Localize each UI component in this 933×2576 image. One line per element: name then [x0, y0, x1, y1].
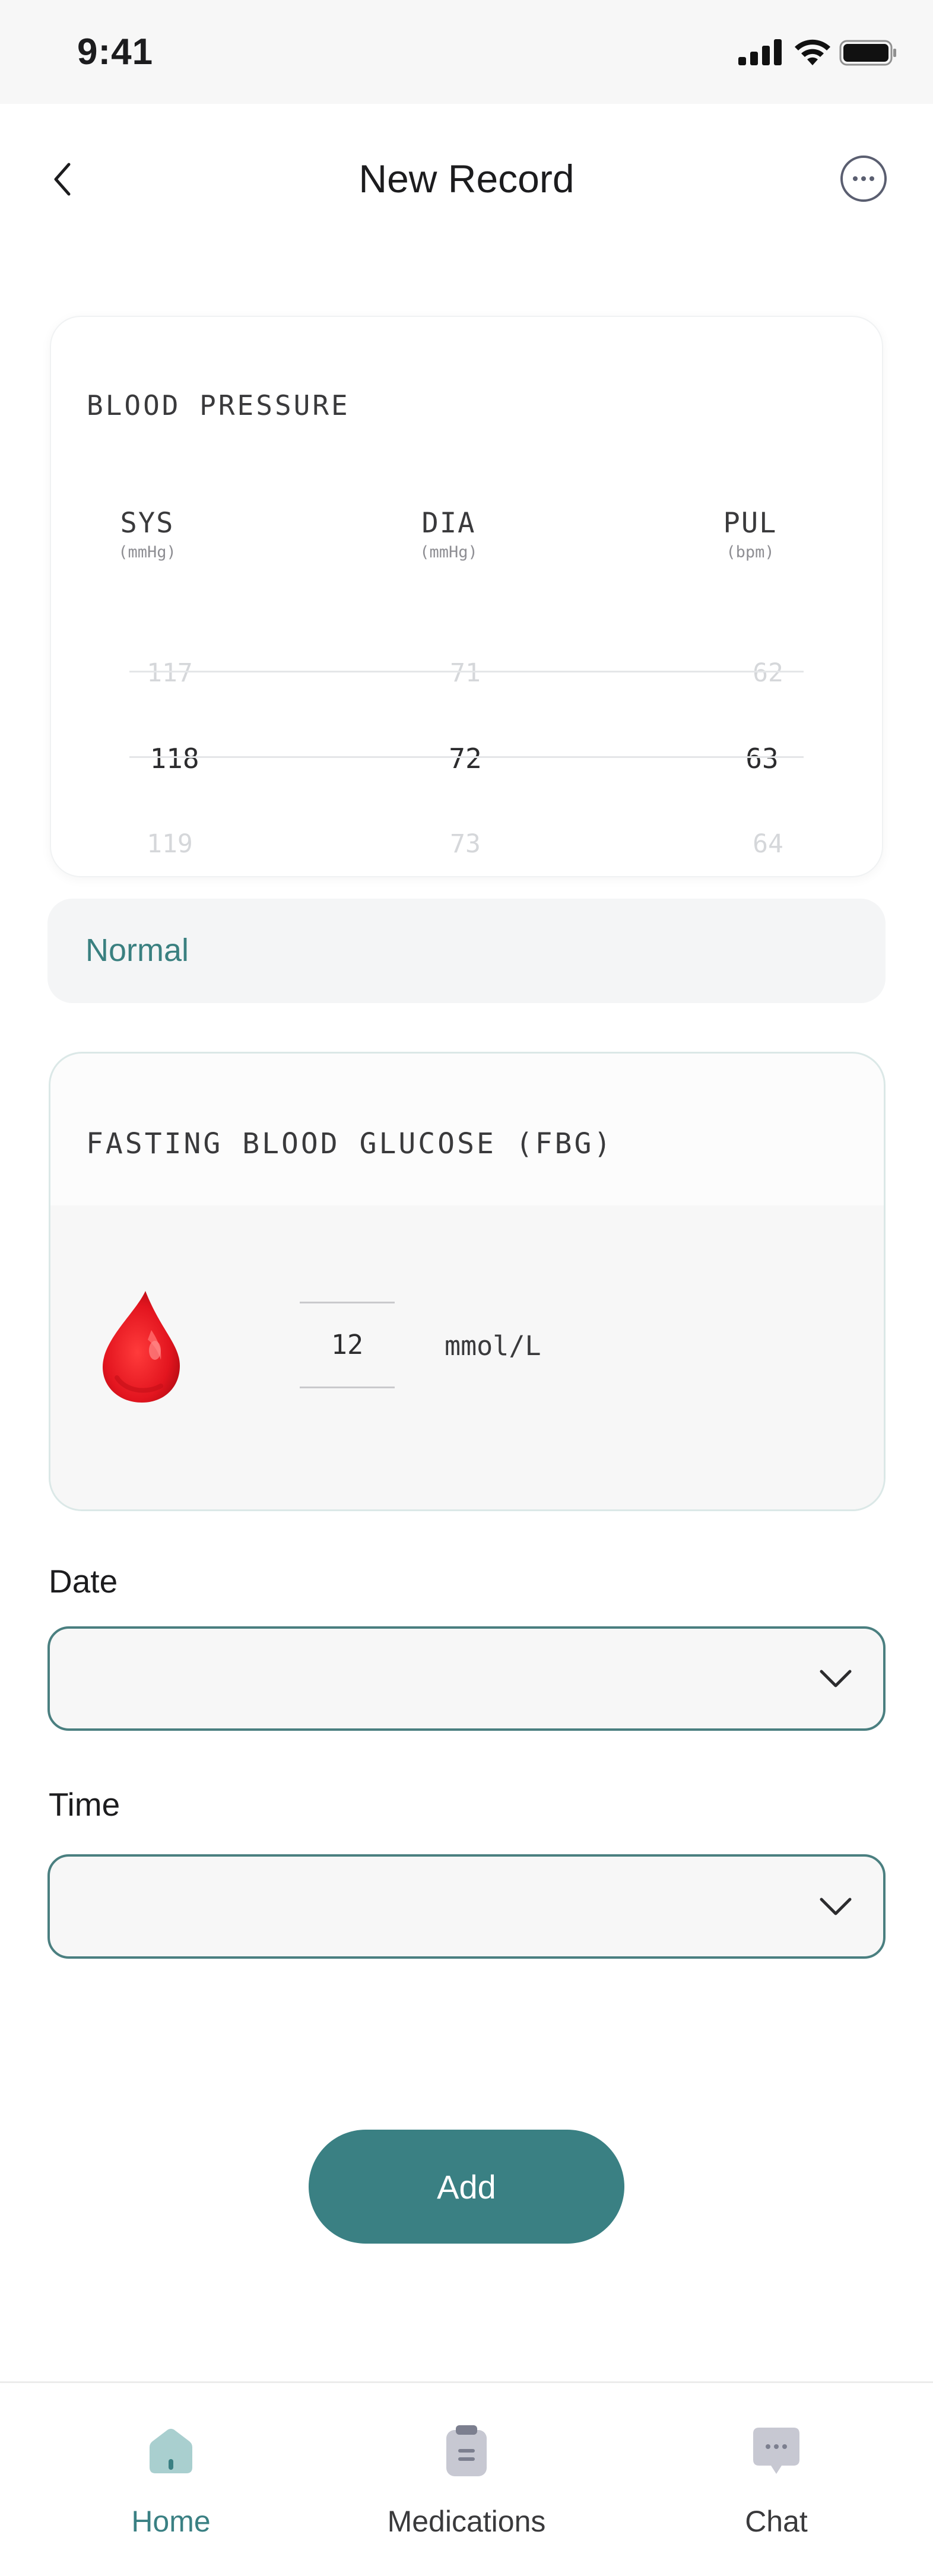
glucose-card: FASTING BLOOD GLUCOSE (FBG) 12 mmol/L: [49, 1052, 886, 1511]
dia-label: DIA: [421, 507, 476, 540]
pul-value: 62: [753, 658, 783, 688]
dia-value: 73: [450, 829, 481, 859]
dia-value: 71: [450, 658, 481, 688]
tab-home[interactable]: Home: [52, 2421, 290, 2539]
blood-drop-icon: [103, 1291, 180, 1403]
wifi-icon: [795, 39, 830, 65]
blood-pressure-status: Normal: [47, 899, 886, 1003]
pul-column-header: PUL (bpm): [679, 507, 821, 561]
tab-medications[interactable]: Medications: [348, 2421, 585, 2539]
bp-picker-row[interactable]: 117 71 62: [128, 630, 802, 716]
bp-picker-row-selected[interactable]: 118 72 63: [128, 716, 802, 801]
time-label: Time: [49, 1786, 120, 1823]
blood-pressure-title: BLOOD PRESSURE: [87, 389, 350, 421]
picker-divider: [129, 756, 804, 758]
time-select[interactable]: [47, 1854, 886, 1959]
blood-pressure-card: BLOOD PRESSURE SYS (mmHg) DIA (mmHg) PUL…: [50, 316, 883, 877]
sys-value: 119: [147, 829, 193, 859]
sys-value: 118: [150, 743, 199, 775]
status-time: 9:41: [77, 31, 154, 72]
tab-bar: Home Medications Chat: [0, 2381, 933, 2576]
tab-label: Chat: [745, 2505, 808, 2538]
tab-label: Medications: [387, 2505, 546, 2538]
dia-column-header: DIA (mmHg): [377, 507, 520, 561]
glucose-unit: mmol/L: [445, 1330, 541, 1362]
date-select[interactable]: [47, 1626, 886, 1731]
bp-picker-row[interactable]: 119 73 64: [128, 801, 802, 887]
pul-unit: (bpm): [726, 543, 775, 561]
page-title: New Record: [358, 157, 575, 201]
dia-value: 72: [449, 743, 482, 775]
more-options-icon[interactable]: [839, 154, 888, 203]
status-text: Normal: [85, 932, 189, 968]
sys-value: 117: [147, 658, 193, 688]
tab-chat[interactable]: Chat: [658, 2421, 895, 2539]
picker-divider: [129, 671, 804, 672]
home-icon: [150, 2429, 192, 2473]
sys-label: SYS: [120, 507, 174, 540]
chat-bubble-icon: [753, 2428, 799, 2474]
glucose-title: FASTING BLOOD GLUCOSE (FBG): [86, 1127, 614, 1160]
chevron-down-icon: [820, 1670, 852, 1687]
add-button[interactable]: Add: [309, 2130, 624, 2244]
pul-label: PUL: [723, 507, 778, 540]
dia-unit: (mmHg): [420, 543, 478, 561]
sys-column-header: SYS (mmHg): [76, 507, 218, 561]
chevron-down-icon: [820, 1898, 852, 1915]
status-bar: 9:41: [0, 0, 933, 104]
date-label: Date: [49, 1563, 118, 1600]
clipboard-icon: [446, 2425, 487, 2476]
cellular-signal-icon: [738, 39, 782, 65]
pul-value: 63: [745, 743, 779, 775]
battery-icon: [839, 40, 896, 66]
pul-value: 64: [753, 829, 783, 859]
glucose-value-input[interactable]: 12: [300, 1302, 395, 1388]
nav-header: New Record: [0, 104, 933, 252]
tab-label: Home: [131, 2505, 211, 2538]
sys-unit: (mmHg): [118, 543, 176, 561]
